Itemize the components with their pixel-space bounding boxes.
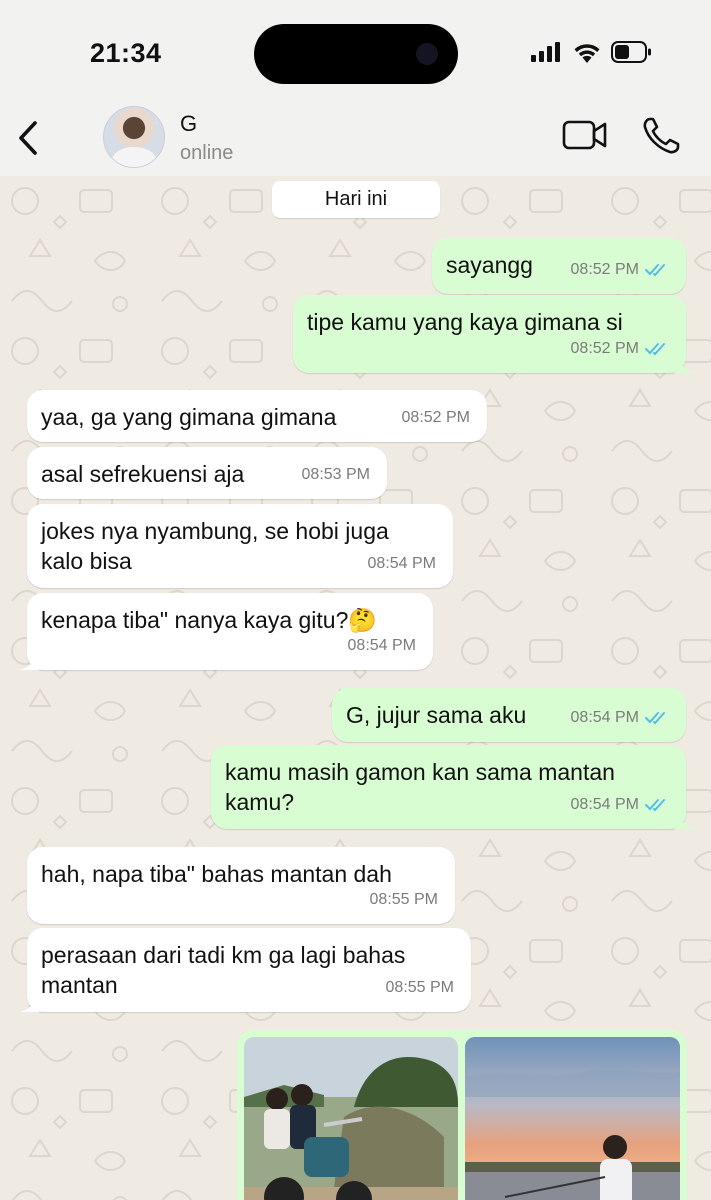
- status-bar: 21:34: [0, 0, 711, 100]
- message-text: hah, napa tiba" bahas mantan dah: [41, 861, 392, 887]
- message-time: 08:52 PM: [570, 261, 639, 278]
- double-check-icon: [645, 799, 665, 812]
- message-incoming[interactable]: yaa, ga yang gimana gimana 08:52 PM: [27, 390, 487, 442]
- message-outgoing[interactable]: sayangg 08:52 PM: [432, 238, 686, 294]
- status-time: 21:34: [90, 38, 162, 68]
- wifi-icon: [574, 43, 600, 63]
- double-check-icon: [645, 264, 665, 277]
- photo-message[interactable]: [237, 1030, 687, 1200]
- contact-status: online: [180, 142, 234, 164]
- battery-icon: [611, 41, 651, 63]
- message-time: 08:52 PM: [401, 409, 470, 426]
- dynamic-island: [254, 24, 458, 84]
- message-time: 08:53 PM: [301, 466, 370, 483]
- message-outgoing[interactable]: G, jujur sama aku 08:54 PM: [332, 688, 686, 742]
- chat-header: G online: [0, 100, 711, 176]
- message-time: 08:55 PM: [385, 979, 454, 996]
- message-text: yaa, ga yang gimana gimana: [41, 404, 337, 430]
- message-outgoing[interactable]: tipe kamu yang kaya gimana si 08:52 PM: [293, 295, 695, 373]
- message-text: kalo bisa: [41, 548, 132, 574]
- contact-avatar[interactable]: [103, 106, 165, 168]
- message-text: sayangg: [446, 252, 533, 278]
- message-time: 08:54 PM: [367, 555, 436, 572]
- phone-icon[interactable]: [641, 116, 681, 156]
- message-outgoing[interactable]: kamu masih gamon kan sama mantan kamu? 0…: [211, 745, 695, 829]
- message-time: 08:54 PM: [570, 796, 639, 813]
- message-text: perasaan dari tadi km ga lagi bahas: [41, 942, 406, 968]
- message-time: 08:55 PM: [369, 891, 438, 908]
- message-time: 08:54 PM: [347, 637, 416, 654]
- message-text: asal sefrekuensi aja: [41, 461, 245, 487]
- contact-name[interactable]: G: [180, 111, 197, 137]
- message-incoming[interactable]: asal sefrekuensi aja 08:53 PM: [27, 447, 387, 499]
- video-call-icon[interactable]: [562, 118, 608, 152]
- chat-area[interactable]: Hari ini sayangg 08:52 PM tipe kamu yang…: [0, 176, 711, 1200]
- double-check-icon: [645, 343, 665, 356]
- bubble-tail: [19, 652, 39, 670]
- message-text: mantan: [41, 972, 118, 998]
- photo-thumbnail[interactable]: [244, 1037, 458, 1200]
- signal-icon: [531, 42, 560, 62]
- message-incoming[interactable]: jokes nya nyambung, se hobi juga kalo bi…: [27, 504, 453, 588]
- message-incoming[interactable]: kenapa tiba" nanya kaya gitu?🤔 08:54 PM: [19, 593, 433, 670]
- message-time: 08:54 PM: [570, 709, 639, 726]
- bubble-tail: [19, 994, 39, 1012]
- message-text: G, jujur sama aku: [346, 702, 527, 728]
- message-incoming[interactable]: hah, napa tiba" bahas mantan dah 08:55 P…: [27, 847, 455, 924]
- message-text: tipe kamu yang kaya gimana si: [307, 309, 623, 335]
- double-check-icon: [645, 712, 665, 725]
- front-camera: [416, 43, 438, 65]
- message-incoming[interactable]: perasaan dari tadi km ga lagi bahas mant…: [19, 928, 471, 1012]
- message-text: kenapa tiba" nanya kaya gitu?🤔: [41, 607, 378, 633]
- message-text: kamu masih gamon kan sama mantan: [225, 759, 615, 785]
- photo-thumbnail[interactable]: [465, 1037, 680, 1200]
- bubble-tail: [675, 355, 695, 373]
- bubble-tail: [675, 811, 695, 829]
- date-separator: Hari ini: [272, 181, 440, 218]
- message-text: kamu?: [225, 789, 295, 815]
- message-text: jokes nya nyambung, se hobi juga: [41, 518, 389, 544]
- message-time: 08:52 PM: [570, 340, 639, 357]
- back-icon[interactable]: [14, 118, 44, 158]
